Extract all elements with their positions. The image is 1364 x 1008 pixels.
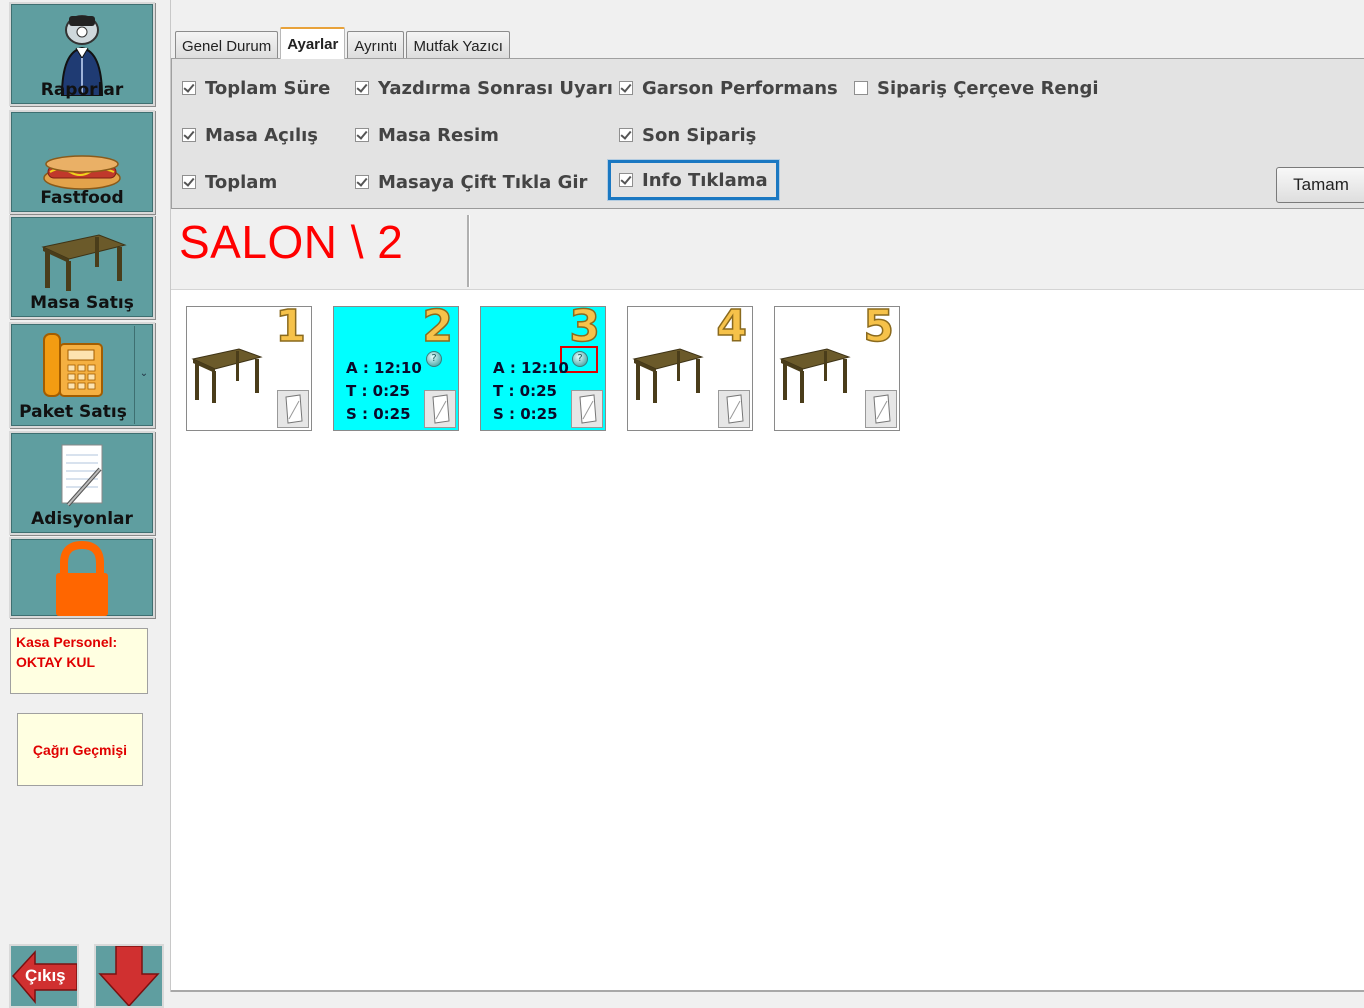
bills-button[interactable]: Adisyonlar bbox=[9, 431, 155, 535]
table-sale-button[interactable]: Masa Satış bbox=[9, 215, 155, 319]
checkbox[interactable] bbox=[355, 175, 369, 189]
last-order-time: S : 0:25 bbox=[493, 405, 558, 423]
lock-icon bbox=[56, 541, 108, 616]
note-icon[interactable] bbox=[865, 390, 897, 428]
option-label: Sipariş Çerçeve Rengi bbox=[877, 77, 1099, 99]
settings-panel: Toplam Süre Yazdırma Sonrası Uyarı Garso… bbox=[171, 58, 1364, 209]
checkbox[interactable] bbox=[355, 128, 369, 142]
info-icon[interactable]: ? bbox=[572, 351, 588, 367]
tab-details[interactable]: Ayrıntı bbox=[347, 31, 405, 59]
option-label: Yazdırma Sonrası Uyarı bbox=[378, 77, 613, 99]
option-table-opening[interactable]: Masa Açılış bbox=[182, 120, 318, 150]
table-sale-label: Masa Satış bbox=[30, 293, 134, 313]
table-icon bbox=[191, 348, 263, 403]
table-number: 4 bbox=[716, 306, 748, 352]
fastfood-label: Fastfood bbox=[40, 188, 124, 208]
staff-name: OKTAY KUL bbox=[16, 654, 96, 670]
reports-button[interactable]: Raporlar bbox=[9, 2, 155, 106]
table-number: 3 bbox=[569, 306, 601, 352]
option-total[interactable]: Toplam bbox=[182, 167, 277, 197]
checkbox[interactable] bbox=[355, 81, 369, 95]
option-total-time[interactable]: Toplam Süre bbox=[182, 73, 330, 103]
option-info-click[interactable]: Info Tıklama bbox=[608, 160, 779, 200]
lock-button[interactable] bbox=[9, 537, 155, 618]
table-icon bbox=[779, 348, 851, 403]
note-icon[interactable] bbox=[277, 390, 309, 428]
tab-bar: Genel Durum Ayarlar Ayrıntı Mutfak Yazıc… bbox=[175, 27, 512, 59]
arrow-down-icon bbox=[98, 946, 160, 1006]
option-label: Garson Performans bbox=[642, 77, 838, 99]
table-info: A : 12:10 T : 0:25 S : 0:25 bbox=[493, 357, 569, 426]
option-label: Toplam bbox=[205, 171, 278, 193]
option-label: Masa Resim bbox=[378, 124, 499, 146]
opening-time: A : 12:10 bbox=[346, 359, 422, 377]
table-card[interactable]: 1 bbox=[186, 306, 312, 431]
table-info: A : 12:10 T : 0:25 S : 0:25 bbox=[346, 357, 422, 426]
package-sale-label: Paket Satış bbox=[19, 402, 127, 422]
option-label: Masa Açılış bbox=[205, 124, 319, 146]
fastfood-button[interactable]: Fastfood bbox=[9, 110, 155, 214]
package-sale-button[interactable]: ⌄ Paket Satış bbox=[9, 322, 155, 428]
header-separator bbox=[467, 215, 470, 287]
staff-label: Kasa Personel: bbox=[16, 634, 118, 650]
table-icon bbox=[41, 234, 127, 291]
option-label: Info Tıklama bbox=[642, 169, 768, 191]
checkbox[interactable] bbox=[182, 81, 196, 95]
checkbox[interactable] bbox=[182, 175, 196, 189]
total-time: T : 0:25 bbox=[346, 382, 410, 400]
option-label: Toplam Süre bbox=[205, 77, 331, 99]
exit-label: Çıkış bbox=[25, 966, 66, 985]
table-number: 1 bbox=[275, 306, 307, 352]
salon-title: SALON \ 2 bbox=[179, 216, 404, 268]
option-table-image[interactable]: Masa Resim bbox=[355, 120, 499, 150]
option-double-click-enter[interactable]: Masaya Çift Tıkla Gir bbox=[355, 167, 587, 197]
option-print-warning[interactable]: Yazdırma Sonrası Uyarı bbox=[355, 73, 613, 103]
checkbox[interactable] bbox=[619, 128, 633, 142]
table-card[interactable]: 5 bbox=[774, 306, 900, 431]
tab-general-status[interactable]: Genel Durum bbox=[175, 31, 279, 59]
total-time: T : 0:25 bbox=[493, 382, 557, 400]
option-last-order[interactable]: Son Sipariş bbox=[619, 120, 756, 150]
option-label: Son Sipariş bbox=[642, 124, 757, 146]
sidebar: Raporlar Fastfood Masa Satış ⌄ Paket Sat… bbox=[0, 0, 165, 1008]
hotdog-icon bbox=[43, 155, 121, 190]
option-order-frame-color[interactable]: Sipariş Çerçeve Rengi bbox=[854, 73, 1099, 103]
checkbox[interactable] bbox=[854, 81, 868, 95]
table-area: 1 2 ? A : 12:10 T : 0:25 S : 0:25 3 ? A … bbox=[171, 290, 1364, 992]
note-icon[interactable] bbox=[718, 390, 750, 428]
checkbox[interactable] bbox=[619, 81, 633, 95]
opening-time: A : 12:10 bbox=[493, 359, 569, 377]
tab-kitchen-printer[interactable]: Mutfak Yazıcı bbox=[406, 31, 510, 59]
checkbox[interactable] bbox=[182, 128, 196, 142]
note-icon[interactable] bbox=[571, 390, 603, 428]
option-label: Masaya Çift Tıkla Gir bbox=[378, 171, 588, 193]
table-card[interactable]: 3 ? A : 12:10 T : 0:25 S : 0:25 bbox=[480, 306, 606, 431]
table-card[interactable]: 4 bbox=[627, 306, 753, 431]
table-card[interactable]: 2 ? A : 12:10 T : 0:25 S : 0:25 bbox=[333, 306, 459, 431]
table-number: 2 bbox=[422, 306, 454, 352]
staff-info: Kasa Personel: OKTAY KUL bbox=[10, 628, 148, 694]
checkbox[interactable] bbox=[619, 173, 633, 187]
ok-button[interactable]: Tamam bbox=[1276, 167, 1364, 203]
table-icon bbox=[632, 348, 704, 403]
info-icon[interactable]: ? bbox=[426, 351, 442, 367]
tab-settings[interactable]: Ayarlar bbox=[280, 27, 346, 59]
call-history-button[interactable]: Çağrı Geçmişi bbox=[17, 713, 143, 786]
bills-label: Adisyonlar bbox=[31, 509, 133, 529]
phone-icon bbox=[43, 333, 104, 397]
option-waiter-performance[interactable]: Garson Performans bbox=[619, 73, 838, 103]
exit-button[interactable]: Çıkış bbox=[9, 944, 79, 1008]
notepad-icon bbox=[61, 444, 103, 507]
chevron-down-icon[interactable]: ⌄ bbox=[137, 368, 151, 388]
table-number: 5 bbox=[863, 306, 895, 352]
reports-label: Raporlar bbox=[40, 80, 124, 100]
note-icon[interactable] bbox=[424, 390, 456, 428]
scroll-down-button[interactable] bbox=[94, 944, 164, 1008]
last-order-time: S : 0:25 bbox=[346, 405, 411, 423]
salon-header: SALON \ 2 bbox=[171, 213, 1364, 290]
